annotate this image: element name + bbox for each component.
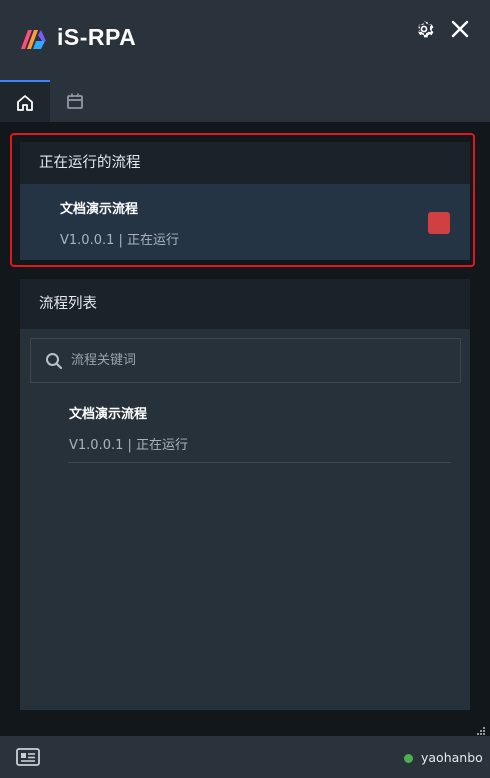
id-card-icon[interactable] [16,748,40,766]
close-icon[interactable] [449,18,471,40]
list-panel-title: 流程列表 [20,279,470,329]
app-title: iS-RPA [57,24,137,50]
username: yaohanbo [421,750,483,765]
process-version-status: V1.0.0.1 | 正在运行 [60,233,180,248]
running-process-item[interactable]: 文档演示流程 V1.0.0.1 | 正在运行 [20,184,470,260]
process-list-item[interactable]: 文档演示流程 V1.0.0.1 | 正在运行 [68,397,451,463]
main-content: 正在运行的流程 文档演示流程 V1.0.0.1 | 正在运行 流程列表 文档演示… [0,122,490,736]
process-name: 文档演示流程 [60,202,139,217]
title-bar: iS-RPA [0,0,490,80]
tab-schedule[interactable] [50,80,100,122]
online-status-indicator [404,754,413,763]
process-name: 文档演示流程 [69,407,148,422]
running-panel-title: 正在运行的流程 [39,155,141,171]
tab-strip [0,80,490,122]
home-icon [17,95,33,111]
search-input[interactable] [71,339,451,382]
process-list-panel: 流程列表 文档演示流程 V1.0.0.1 | 正在运行 [20,279,470,710]
app-logo-icon [21,30,46,49]
app-window: iS-RPA 正在运行的流程 文档演示流程 V1.0.0.1 | 正在运行 流程… [0,0,490,778]
settings-gear-icon[interactable] [413,18,435,40]
process-version-status: V1.0.0.1 | 正在运行 [69,438,189,453]
resize-grip-icon[interactable] [476,726,486,736]
stop-process-button[interactable] [428,212,450,234]
tab-home[interactable] [0,80,50,122]
search-field[interactable] [30,338,461,383]
search-icon [46,353,63,370]
status-bar: yaohanbo [0,736,490,778]
running-processes-panel: 正在运行的流程 文档演示流程 V1.0.0.1 | 正在运行 [20,142,470,260]
calendar-icon [67,93,83,109]
